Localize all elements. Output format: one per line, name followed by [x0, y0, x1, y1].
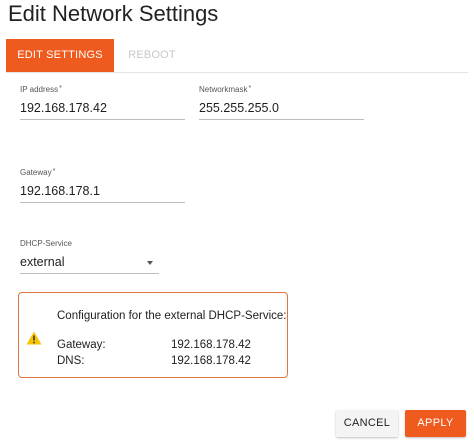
dhcp-service-selected-value: external — [20, 255, 65, 269]
page-title: Edit Network Settings — [8, 1, 219, 26]
alert-gateway-value: 192.168.178.42 — [171, 339, 251, 351]
gateway-input[interactable]: 192.168.178.1 — [20, 184, 185, 203]
alert-dns-value: 192.168.178.42 — [171, 355, 251, 367]
gateway-label: Gateway* — [20, 168, 56, 177]
networkmask-field: Networkmask* 255.255.255.0 — [199, 85, 364, 120]
dhcp-info-alert: Configuration for the external DHCP-Serv… — [18, 292, 288, 378]
alert-dns-row: DNS: 192.168.178.42 — [57, 355, 251, 367]
tab-bar: EDIT SETTINGS REBOOT — [6, 39, 190, 72]
alert-gateway-key: Gateway: — [57, 339, 106, 351]
apply-button[interactable]: APPLY — [405, 410, 466, 437]
tab-edit-settings[interactable]: EDIT SETTINGS — [6, 39, 114, 72]
dhcp-service-label: DHCP-Service — [20, 239, 73, 248]
alert-heading: Configuration for the external DHCP-Serv… — [57, 310, 287, 322]
dhcp-service-field: DHCP-Service external — [20, 239, 159, 274]
ip-address-label: IP address* — [20, 85, 62, 94]
cancel-button[interactable]: CANCEL — [336, 410, 398, 437]
warning-icon — [26, 331, 42, 345]
tab-divider — [6, 72, 468, 73]
networkmask-label: Networkmask* — [199, 85, 252, 94]
networkmask-input[interactable]: 255.255.255.0 — [199, 101, 364, 120]
ip-address-field: IP address* 192.168.178.42 — [20, 85, 185, 120]
alert-gateway-row: Gateway: 192.168.178.42 — [57, 339, 251, 351]
tab-reboot[interactable]: REBOOT — [114, 39, 190, 72]
alert-dns-key: DNS: — [57, 355, 85, 367]
gateway-field: Gateway* 192.168.178.1 — [20, 168, 185, 203]
dhcp-service-select[interactable]: external — [20, 255, 159, 274]
chevron-down-icon — [147, 261, 153, 265]
ip-address-input[interactable]: 192.168.178.42 — [20, 101, 185, 120]
